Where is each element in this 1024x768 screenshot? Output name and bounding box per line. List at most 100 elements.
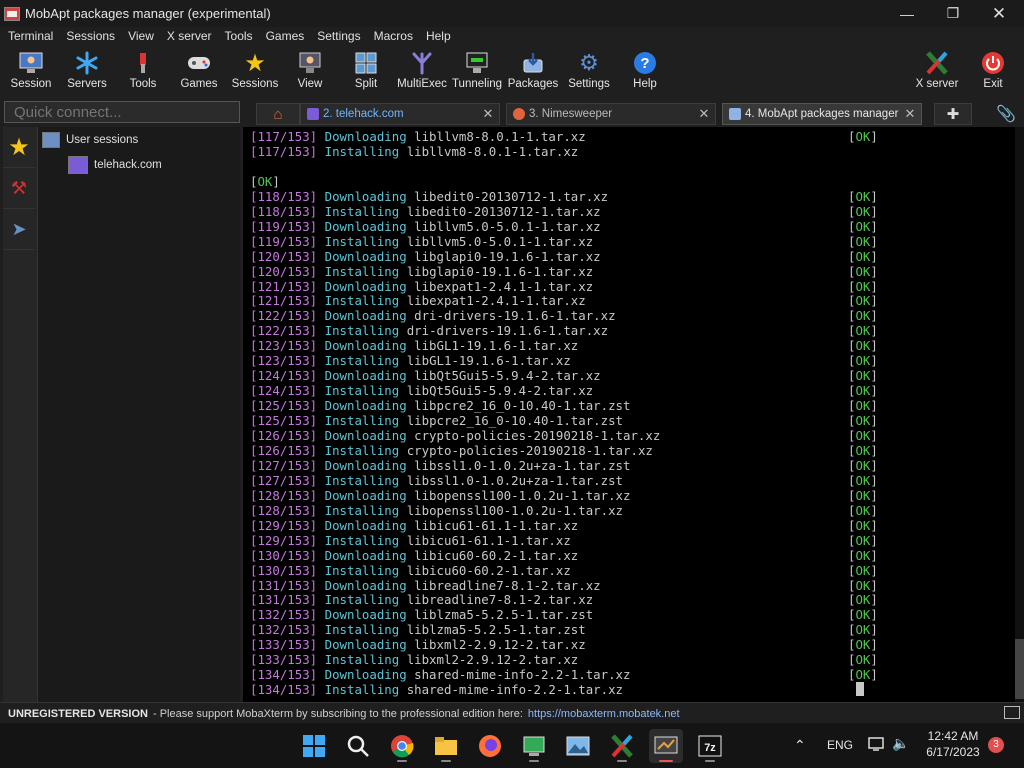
user-sessions-folder[interactable]: User sessions	[42, 132, 138, 148]
terminal-line-number: [130/153]	[250, 562, 318, 578]
session-icon	[18, 50, 44, 76]
terminal-ok-status: [OK]	[848, 398, 878, 414]
menu-games[interactable]: Games	[258, 29, 305, 43]
terminal-line-action: Installing	[324, 203, 400, 219]
terminal-line: [131/153] Installing libreadline7-8.1-2.…	[250, 592, 593, 607]
xserver-button[interactable]: X server	[909, 47, 965, 95]
terminal-ok-status: [OK]	[848, 203, 878, 219]
servers-label: Servers	[67, 78, 107, 90]
menu-terminal[interactable]: Terminal	[0, 29, 53, 43]
packages-button[interactable]: Packages	[505, 47, 561, 95]
search-icon[interactable]	[341, 729, 375, 763]
sessions-button[interactable]: ★ Sessions	[227, 47, 283, 95]
windows-start-icon[interactable]	[297, 729, 331, 763]
tunneling-button[interactable]: Tunneling	[449, 47, 505, 95]
session-button[interactable]: Session	[3, 47, 59, 95]
sessions-side-tab[interactable]: ★	[3, 127, 35, 168]
settings-button[interactable]: ⚙ Settings	[561, 47, 617, 95]
servers-button[interactable]: Servers	[59, 47, 115, 95]
volume-icon[interactable]: 🔈	[892, 735, 909, 752]
xserver-label: X server	[915, 78, 959, 90]
terminal-line-action: Installing	[324, 502, 400, 518]
terminal-scrollbar[interactable]	[1015, 127, 1024, 702]
terminal-line-package: libexpat1-2.4.1-1.tar.xz	[406, 293, 586, 309]
terminal-line-number: [117/153]	[250, 129, 318, 144]
firefox-icon[interactable]	[473, 729, 507, 763]
image-viewer-icon[interactable]	[561, 729, 595, 763]
restore-button[interactable]: ❐	[930, 0, 976, 27]
terminal-line-package: libpcre2_16_0-10.40-1.tar.zst	[406, 413, 624, 429]
menu-tools[interactable]: Tools	[217, 29, 253, 43]
terminal-line: [132/153] Installing liblzma5-5.2.5-1.ta…	[250, 622, 586, 637]
file-explorer-icon[interactable]	[429, 729, 463, 763]
terminal-ok-status: [OK]	[848, 129, 878, 144]
multiexec-button[interactable]: MultiExec	[394, 47, 450, 95]
terminal-line: [124/153] Downloading libQt5Gui5-5.9.4-2…	[250, 368, 601, 383]
xserver-app-icon[interactable]	[605, 729, 639, 763]
terminal-ok-status: [OK]	[848, 622, 878, 638]
minimize-button[interactable]: —	[884, 0, 930, 27]
tab-mobapt[interactable]: 4. MobApt packages manager ✕	[722, 103, 922, 125]
session-item-telehack[interactable]: telehack.com	[68, 156, 162, 174]
terminal-line-number: [119/153]	[250, 218, 318, 234]
keyboard-icon[interactable]	[1004, 706, 1020, 719]
tab-nimesweeper[interactable]: 3. Nimesweeper ✕	[506, 103, 716, 125]
help-button[interactable]: ? Help	[617, 47, 673, 95]
terminal-line: [133/153] Downloading libxml2-2.9.12-2.t…	[250, 637, 586, 652]
close-tab-icon[interactable]: ✕	[697, 106, 711, 122]
language-indicator[interactable]: ENG	[827, 738, 853, 752]
terminal-ok-status: [OK]	[848, 263, 878, 279]
network-icon[interactable]	[868, 736, 886, 755]
terminal-line: [117/153] Downloading libllvm8-8.0.1-1.t…	[250, 129, 586, 144]
terminal-line-action: Installing	[324, 442, 400, 458]
menu-settings[interactable]: Settings	[309, 29, 360, 43]
settings-icon: ⚙	[579, 50, 599, 75]
mobatek-link[interactable]: https://mobaxterm.mobatek.net	[528, 708, 680, 720]
menu-view[interactable]: View	[120, 29, 154, 43]
split-button[interactable]: Split	[338, 47, 394, 95]
send-icon: ➤	[11, 218, 27, 239]
terminal-ok-status: [OK]	[848, 368, 878, 384]
app-window: MobApt packages manager (experimental) —…	[0, 0, 1024, 724]
terminal-ok-status: [OK]	[848, 652, 878, 668]
mobaxterm-icon[interactable]	[649, 729, 683, 763]
terminal-line: [129/153] Installing libicu61-61.1-1.tar…	[250, 533, 571, 548]
quick-connect-input[interactable]	[4, 101, 240, 123]
new-tab-button[interactable]: ✚	[934, 103, 972, 125]
terminal-line: [127/153] Installing libssl1.0-1.0.2u+za…	[250, 473, 623, 488]
chevron-up-icon[interactable]: ⌃	[794, 737, 806, 754]
close-button[interactable]: ✕	[976, 0, 1022, 27]
terminal-line-package: libpcre2_16_0-10.40-1.tar.zst	[414, 398, 631, 414]
terminal-ok-status: [OK]	[848, 577, 878, 593]
close-tab-icon[interactable]: ✕	[481, 106, 495, 122]
view-button[interactable]: View	[282, 47, 338, 95]
split-label: Split	[354, 78, 378, 90]
scrollbar-thumb[interactable]	[1015, 639, 1024, 699]
macros-side-tab[interactable]: ➤	[3, 209, 35, 250]
tools-side-tab[interactable]: ⚒	[3, 168, 35, 209]
terminal-line-action: Downloading	[324, 517, 407, 533]
7zip-icon[interactable]: 7z	[693, 729, 727, 763]
title-bar[interactable]: MobApt packages manager (experimental) —…	[0, 0, 1024, 27]
terminal[interactable]: [117/153] Downloading libllvm8-8.0.1-1.t…	[243, 127, 1015, 702]
clock[interactable]: 12:42 AM 6/17/2023	[925, 729, 981, 759]
exit-button[interactable]: Exit	[965, 47, 1021, 95]
menu-sessions[interactable]: Sessions	[58, 29, 115, 43]
terminal-line-number: [126/153]	[250, 442, 318, 458]
terminal-line: [128/153] Downloading libopenssl100-1.0.…	[250, 488, 630, 503]
clock-date: 6/17/2023	[926, 745, 980, 759]
terminal-app-icon[interactable]	[517, 729, 551, 763]
menu-xserver[interactable]: X server	[159, 29, 212, 43]
close-tab-icon[interactable]: ✕	[903, 106, 917, 122]
menu-macros[interactable]: Macros	[366, 29, 413, 43]
chrome-icon[interactable]	[385, 729, 419, 763]
menu-help[interactable]: Help	[418, 29, 451, 43]
terminal-line-action: Installing	[324, 263, 400, 279]
tools-button[interactable]: Tools	[115, 47, 171, 95]
tab-telehack[interactable]: 2. telehack.com ✕	[300, 103, 500, 125]
games-button[interactable]: Games	[171, 47, 227, 95]
home-tab[interactable]: ⌂	[256, 103, 300, 125]
notification-badge[interactable]: 3	[988, 737, 1004, 753]
terminal-line-action: Installing	[324, 323, 400, 339]
attachment-icon[interactable]: 📎	[996, 104, 1016, 124]
